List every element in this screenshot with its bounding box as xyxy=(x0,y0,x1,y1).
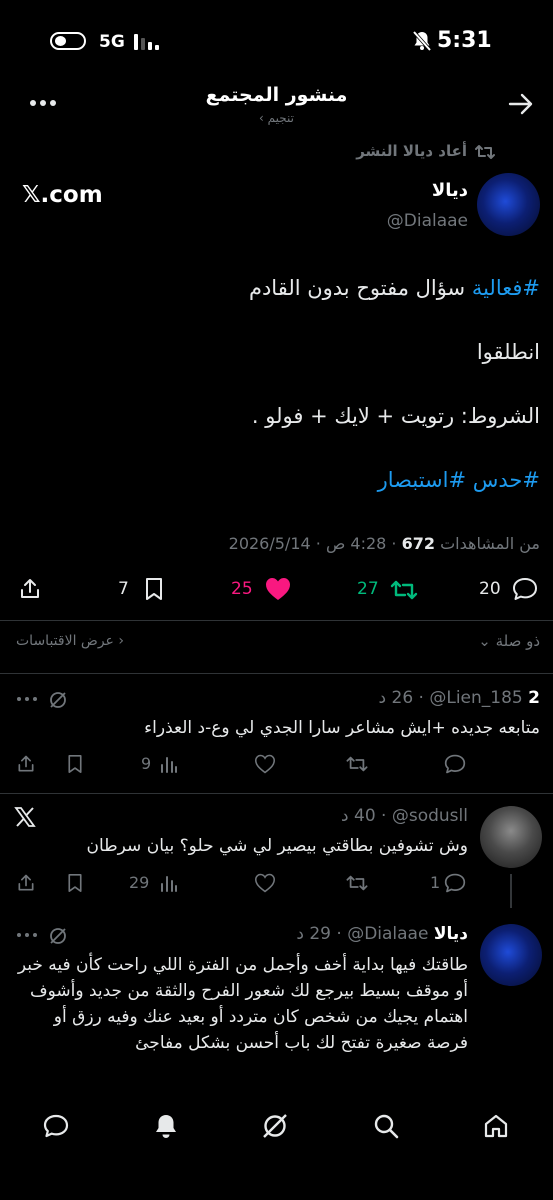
reply-time: 29 د xyxy=(296,924,331,944)
thread-line xyxy=(510,874,512,908)
reply-count: 1 xyxy=(430,873,441,892)
grok-icon[interactable] xyxy=(48,690,68,710)
relevance-label: ذو صلة xyxy=(495,632,540,650)
status-bar: 5G 5:31 xyxy=(0,22,553,62)
views-count: 672 xyxy=(401,534,435,553)
list-item[interactable]: 26 د · @Lien_185 2 متابعه جديده +ايش مشا… xyxy=(0,674,553,788)
list-item[interactable]: 40 د · @sodusll وش تشوفين بطاقتي بيصير ل… xyxy=(0,794,553,910)
heart-icon[interactable] xyxy=(254,754,276,774)
reply-text: طاقتك فيها بداية أخف وأجمل من الفترة الل… xyxy=(17,955,468,1053)
home-icon[interactable] xyxy=(482,1112,510,1140)
reply-avatar[interactable] xyxy=(480,806,542,868)
more-options-icon[interactable] xyxy=(16,932,38,938)
analytics-icon[interactable] xyxy=(160,875,178,893)
bookmark-icon[interactable] xyxy=(66,873,84,893)
quotes-link[interactable]: ‹ عرض الاقتباسات xyxy=(16,633,196,649)
share-icon[interactable] xyxy=(18,577,42,601)
grok-icon[interactable] xyxy=(261,1112,289,1140)
community-link[interactable]: تنجيم › xyxy=(200,111,353,125)
heart-icon[interactable] xyxy=(254,873,276,893)
views-label: من المشاهدات xyxy=(440,534,540,553)
list-item[interactable]: 29 د · @Dialaae ديالا طاقتك فيها بداية أ… xyxy=(0,912,553,1092)
reply-text: متابعه جديده +ايش مشاعر سارا الجدي لي وع… xyxy=(144,718,540,738)
repost-action-icon[interactable] xyxy=(345,873,369,893)
reply-time: 40 د xyxy=(341,806,376,826)
repost-action-icon[interactable] xyxy=(389,578,419,602)
search-icon[interactable] xyxy=(372,1112,400,1140)
chevron-left-icon: ‹ xyxy=(113,633,124,649)
post-line-3: الشروط: رتويت + لايك + فولو . xyxy=(251,404,540,428)
post-hashtags[interactable]: #حدس #استبصار xyxy=(20,468,540,492)
notifications-icon[interactable] xyxy=(152,1112,180,1140)
reply-time: 26 د xyxy=(378,688,414,708)
more-options-icon[interactable] xyxy=(28,98,58,110)
grok-icon[interactable] xyxy=(48,926,68,946)
repost-banner[interactable]: أعاد ديالا النشر xyxy=(300,142,467,160)
more-options-icon[interactable] xyxy=(16,696,38,702)
reply-handle[interactable]: @Dialaae xyxy=(347,924,428,944)
network-label: 5G xyxy=(99,32,125,52)
repost-count: 27 xyxy=(357,579,379,599)
post-line-2: انطلقوا xyxy=(476,340,540,364)
like-count: 25 xyxy=(231,579,253,599)
reply-icon[interactable] xyxy=(511,576,539,602)
reply-icon[interactable] xyxy=(443,872,467,894)
reply-avatar[interactable] xyxy=(480,924,542,986)
post-line-1-text: سؤال مفتوح بدون القادم xyxy=(248,276,472,300)
bottom-nav xyxy=(0,1096,553,1200)
reply-name[interactable]: 2 xyxy=(528,688,540,708)
repost-icon xyxy=(474,143,496,161)
relevance-dropdown[interactable]: ذو صلة ⌄ xyxy=(400,632,540,650)
reply-handle[interactable]: @sodusll xyxy=(392,806,468,826)
reply-count: 20 xyxy=(479,579,501,599)
reply-icon[interactable] xyxy=(443,753,467,775)
reply-header: 26 د · @Lien_185 2 xyxy=(16,688,540,712)
analytics-icon[interactable] xyxy=(160,756,178,774)
author-avatar[interactable] xyxy=(477,173,540,236)
x-domain-label[interactable]: 𝕏.com xyxy=(22,182,103,208)
reply-handle[interactable]: @Lien_185 xyxy=(429,688,522,708)
author-handle[interactable]: @Dialaae xyxy=(300,211,468,231)
mute-bell-icon xyxy=(412,30,432,52)
page-title: منشور المجتمع xyxy=(205,84,348,106)
share-icon[interactable] xyxy=(16,873,36,893)
toggle-icon xyxy=(50,32,86,50)
reply-name[interactable]: ديالا xyxy=(434,924,468,944)
signal-icon xyxy=(134,34,162,50)
views-count: 9 xyxy=(141,754,152,773)
post-line-1: #فعالية سؤال مفتوح بدون القادم xyxy=(20,276,540,300)
bookmark-count: 7 xyxy=(118,579,129,599)
divider xyxy=(0,620,553,621)
post-date: 2026/5/14 xyxy=(228,534,311,553)
share-icon[interactable] xyxy=(16,754,36,774)
bookmark-icon[interactable] xyxy=(143,577,165,601)
chevron-down-icon: ⌄ xyxy=(478,632,491,650)
repost-action-icon[interactable] xyxy=(345,754,369,774)
bookmark-icon[interactable] xyxy=(66,754,84,774)
views-count: 29 xyxy=(129,873,150,892)
post-meta: من المشاهدات 672 · 4:28 ص · 2026/5/14 xyxy=(228,534,540,553)
heart-filled-icon[interactable] xyxy=(264,576,292,602)
clock: 5:31 xyxy=(437,28,492,53)
reply-text: وش تشوفين بطاقتي بيصير لي شي حلو؟ بيان س… xyxy=(86,836,468,856)
post-time: 4:28 ص xyxy=(325,534,387,553)
messages-icon[interactable] xyxy=(42,1112,70,1140)
author-name[interactable]: ديالا xyxy=(300,180,468,201)
x-logo-icon xyxy=(14,806,36,828)
back-arrow-icon[interactable] xyxy=(508,93,534,115)
hashtag-link[interactable]: #فعالية xyxy=(472,276,540,300)
